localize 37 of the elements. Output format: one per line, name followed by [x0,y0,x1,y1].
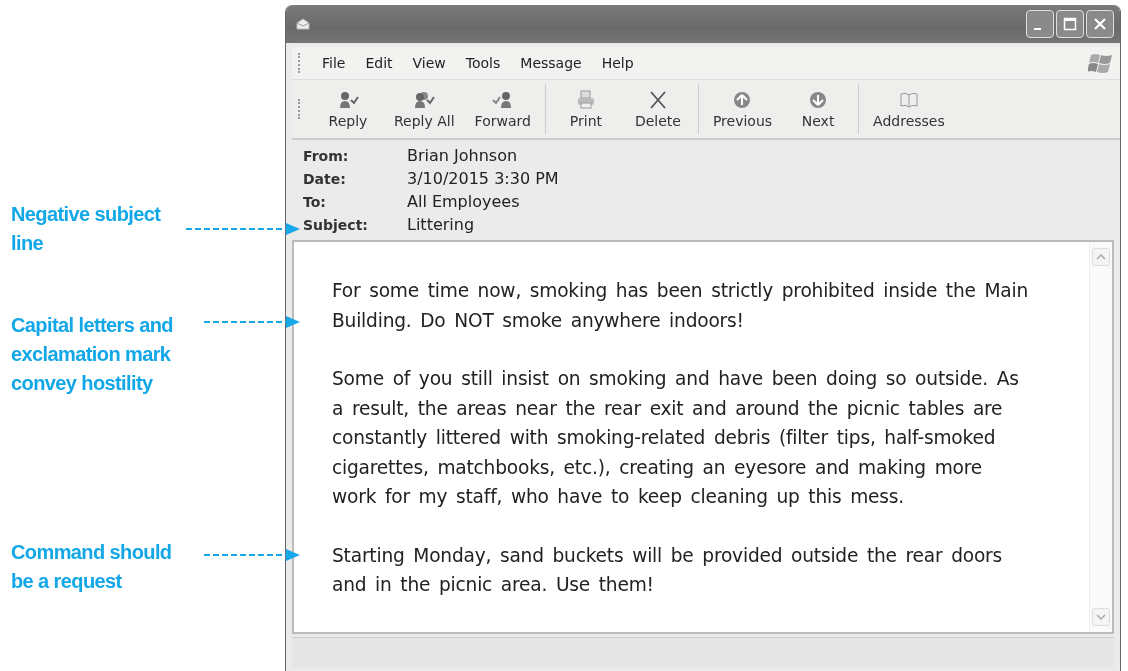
toolbar-button[interactable]: Forward [464,89,541,129]
field-label: Date: [303,171,347,187]
envelope-icon [296,18,310,30]
field-label: To: [303,194,327,210]
minimize-icon [1033,28,1041,30]
message-paragraph: For some time now, smoking has been strictly prohibited inside the Main Building. Do NOT smoke anywhere indoors! [332,279,1030,333]
menu-item[interactable]: File [314,53,356,73]
close-icon [1093,17,1107,31]
field-value: Brian Johnson [407,146,519,165]
toolbar-button[interactable]: Next [782,89,855,129]
maximize-button[interactable] [1056,10,1084,38]
menu-item[interactable]: Edit [357,53,403,73]
menu-item[interactable]: Help [593,53,644,73]
callout-text: Negative subject line [11,202,162,256]
toolbar-button[interactable]: Print [549,89,622,129]
flag-logo-icon [1088,51,1114,75]
scroll-bar[interactable] [1089,242,1112,632]
close-button[interactable] [1086,10,1114,38]
field-value: 3/10/2015 3:30 PM [407,169,560,188]
toolbar-button[interactable]: Reply [312,89,384,129]
field-value: Littering [407,215,476,234]
toolbar-button[interactable]: Addresses [863,89,955,129]
field-value: All Employees [407,192,521,211]
menu-item[interactable]: Tools [457,53,511,73]
message-paragraph: Some of you still insist on smoking and have been doing so outside. As a result, the areas near the rear exit and around the picnic tables are constantly littered with smoking-related debris (filter tips, half-smoked cigarettes, matchbooks, etc.), creating an eyesore and making more work for my staff, who have to keep cleaning up this mess. [332,367,1020,509]
callout-text: Command should be a request [11,540,173,594]
toolbar-button[interactable]: Previous [702,89,783,129]
field-label: From: [303,148,350,164]
toolbar-button[interactable]: Delete [621,89,694,129]
callout-text: Capital letters and exclamation mark convey hostility [11,313,174,396]
minimize-button[interactable] [1026,10,1054,38]
toolbar-button[interactable]: Reply All [384,89,465,129]
menu-item[interactable]: Message [512,53,592,73]
message-paragraph: Starting Monday, sand buckets will be provided outside the rear doors and in the picnic area. Use them! [332,543,1004,597]
menu-item[interactable]: View [404,53,456,73]
field-label: Subject: [303,217,369,233]
maximize-icon [1063,17,1077,31]
